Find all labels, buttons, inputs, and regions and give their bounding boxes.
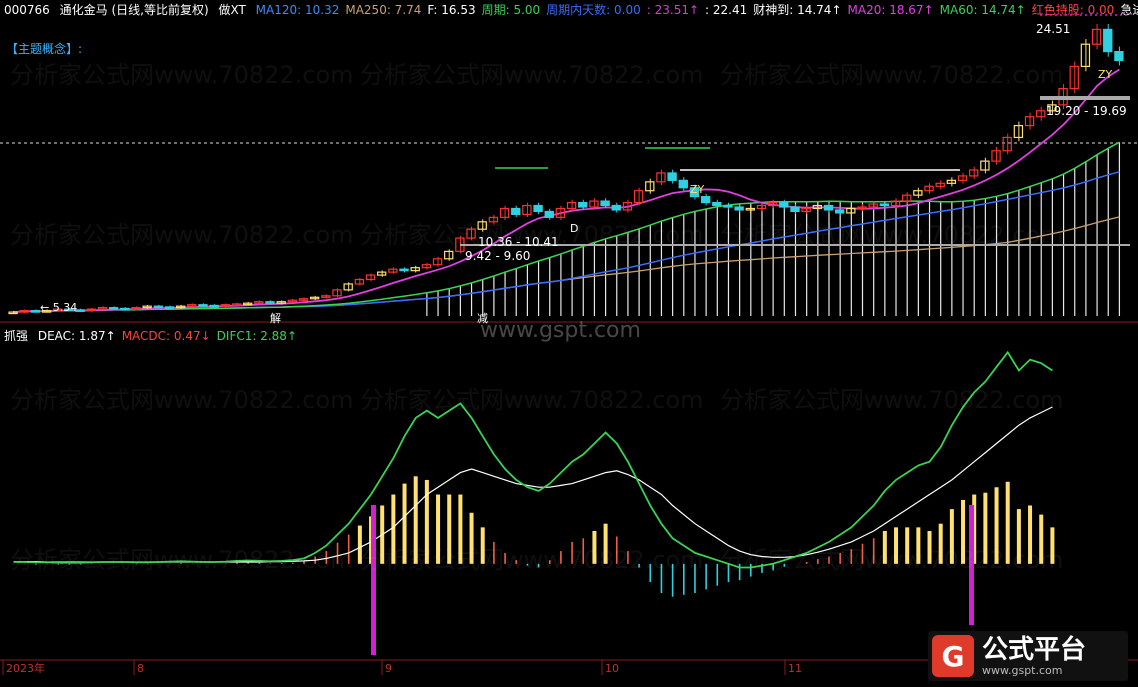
watermark: 分析家公式网www.70822.com (10, 386, 354, 414)
chart-canvas: 24.5119.20 - 19.6910.36 - 10.419.42 - 9.… (0, 14, 1138, 675)
marker-label: 解 (270, 311, 281, 325)
candle (834, 209, 845, 214)
time-axis-label: 2023年 (6, 661, 45, 675)
candle (432, 258, 443, 266)
watermark: 分析家公式网www.70822.com (720, 386, 1064, 414)
candle (969, 169, 979, 177)
watermark: 分析家公式网www.70822.com (10, 61, 354, 89)
candle (901, 194, 912, 202)
watermark: 分析家公式网www.70822.com (720, 61, 1064, 89)
watermark: 分析家公式网www.70822.com (360, 546, 704, 574)
candle (1114, 50, 1124, 62)
time-axis-label: 8 (137, 662, 144, 675)
candle (879, 203, 890, 207)
candle (611, 204, 621, 211)
logo: G 公式平台 www.gspt.com (928, 631, 1128, 681)
watermark-url: www.gspt.com (480, 318, 641, 343)
candle (231, 303, 242, 307)
watermark: 分析家公式网www.70822.com (720, 221, 1064, 249)
candle (578, 201, 588, 208)
watermark: 分析家公式网www.70822.com (360, 386, 704, 414)
time-axis-label: 11 (788, 662, 802, 675)
candle (723, 204, 733, 208)
candle (276, 301, 286, 304)
candle (120, 307, 130, 311)
watermark: 分析家公式网www.70822.com (10, 221, 354, 249)
candle (75, 309, 85, 312)
signal-bar (371, 505, 376, 655)
logo-title: 公式平台 (982, 634, 1087, 665)
time-axis-label: 9 (385, 662, 392, 675)
low-price-label: ← 5.34 (40, 301, 77, 314)
candle (935, 182, 945, 187)
candle (399, 268, 409, 272)
candle (1103, 28, 1113, 53)
high-price-label: 24.51 (1036, 22, 1070, 36)
logo-url: www.gspt.com (982, 663, 1063, 677)
candle (30, 310, 41, 313)
candle (678, 179, 688, 189)
candle (354, 278, 365, 285)
candle (712, 201, 722, 207)
marker-label: ZY (690, 183, 705, 196)
watermark: 分析家公式网www.70822.com (720, 546, 1064, 574)
candle (790, 206, 800, 213)
candle (164, 306, 175, 309)
candle (209, 304, 219, 308)
candle (779, 201, 789, 208)
range-label: 9.42 - 9.60 (465, 249, 530, 263)
marker-label: ZY (1098, 68, 1113, 81)
candle (600, 200, 610, 207)
time-axis-label: 10 (605, 662, 619, 675)
candle (198, 304, 208, 307)
logo-mark-icon: G (932, 635, 974, 677)
candle (511, 207, 521, 215)
candle (265, 301, 275, 304)
candle (700, 196, 711, 204)
candle (1024, 116, 1035, 127)
candle (667, 172, 677, 181)
range-label: 19.20 - 19.69 (1046, 104, 1127, 118)
watermark: 分析家公式网www.70822.com (10, 546, 354, 574)
candle (533, 204, 543, 213)
candle (823, 204, 834, 211)
candle (566, 201, 577, 210)
watermark: 分析家公式网www.70822.com (360, 221, 704, 249)
candle (656, 172, 666, 183)
candle (734, 206, 744, 211)
candle (153, 305, 163, 309)
watermark: 分析家公式网www.70822.com (360, 61, 704, 89)
candle (108, 307, 119, 310)
ma20-line (13, 68, 1120, 313)
candle (1002, 136, 1012, 152)
